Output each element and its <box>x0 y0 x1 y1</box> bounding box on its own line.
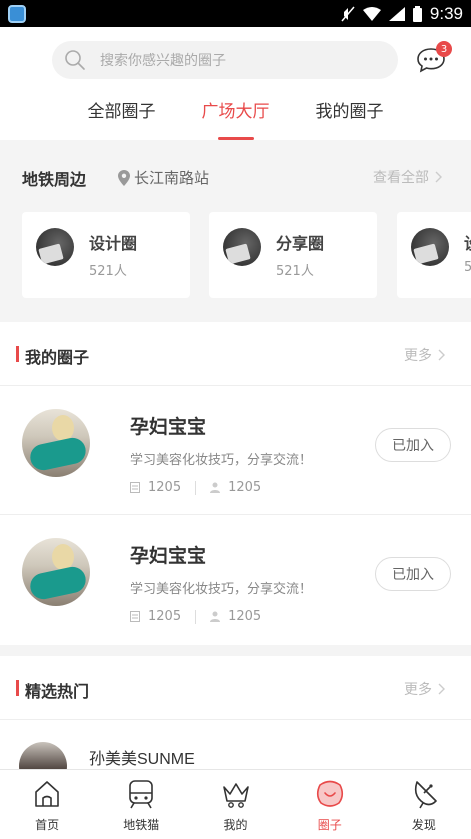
more-label: 更多 <box>404 348 432 364</box>
view-all-link[interactable]: 查看全部 <box>373 167 442 187</box>
tab-my-circles[interactable]: 我的圈子 <box>316 95 384 140</box>
card-name: 设计圈 <box>89 234 138 253</box>
nav-label: 发现 <box>411 818 436 832</box>
joined-button[interactable]: 已加入 <box>375 428 451 462</box>
nav-item-metro[interactable]: 地铁猫 <box>94 770 188 839</box>
message-badge: 3 <box>436 41 452 57</box>
card-count: 521人 <box>276 264 314 279</box>
post-count: 1205 <box>148 609 182 624</box>
more-label: 更多 <box>404 682 432 698</box>
nav-label: 地铁猫 <box>123 818 160 832</box>
chevron-right-icon <box>438 683 445 695</box>
more-link[interactable]: 更多 <box>404 679 445 699</box>
member-count: 1205 <box>228 480 262 495</box>
metro-circle-card[interactable]: 设计圈 521人 <box>22 212 190 298</box>
bottom-nav: 首页 地铁猫 我的 圈子 发现 <box>0 769 471 839</box>
member-icon <box>210 482 221 493</box>
circle-thumbnail <box>36 228 74 266</box>
nav-label: 我的 <box>223 818 248 832</box>
search-input[interactable]: 搜索你感兴趣的圈子 <box>52 41 398 79</box>
nav-item-circles[interactable]: 圈子 <box>283 770 377 839</box>
card-count: 521人 <box>89 264 127 279</box>
nav-label: 圈子 <box>317 818 342 832</box>
wifi-icon <box>362 6 381 21</box>
section-title: 我的圈子 <box>25 348 90 367</box>
status-bar: 9:39 <box>0 0 471 27</box>
featured-section: 精选热门 更多 孙美美SUNME <box>0 656 471 790</box>
section-accent-bar <box>16 680 19 696</box>
mute-icon <box>341 6 355 21</box>
circle-description: 学习美容化妆技巧，分享交流！ <box>130 582 313 597</box>
circle-description: 学习美容化妆技巧，分享交流！ <box>130 453 313 468</box>
section-header: 精选热门 更多 <box>0 656 471 720</box>
discover-icon <box>414 781 437 809</box>
app-notification-icon <box>8 4 26 23</box>
signal-icon <box>388 6 405 21</box>
circle-thumbnail <box>223 228 261 266</box>
tab-plaza-hall[interactable]: 广场大厅 <box>202 95 270 140</box>
battery-icon <box>412 5 422 22</box>
metro-circle-card[interactable]: 设 5 <box>397 212 471 298</box>
joined-button[interactable]: 已加入 <box>375 557 451 591</box>
card-count: 5 <box>464 260 471 275</box>
tab-all-circles[interactable]: 全部圈子 <box>88 95 156 140</box>
user-name[interactable]: 孙美美SUNME <box>89 745 195 769</box>
nav-label: 首页 <box>35 818 60 832</box>
metro-section: 地铁周边 长江南路站 查看全部 设计圈 521人 分享圈 521人 设 5 <box>0 140 471 320</box>
card-name: 分享圈 <box>276 234 325 253</box>
nav-item-mine[interactable]: 我的 <box>188 770 282 839</box>
card-name: 设 <box>464 230 471 254</box>
metro-icon <box>129 780 154 809</box>
section-header: 我的圈子 更多 <box>0 322 471 386</box>
my-circles-section: 我的圈子 更多 孕妇宝宝 学习美容化妆技巧，分享交流！ 1205 1205 已加… <box>0 322 471 645</box>
location-pin-icon <box>118 169 130 186</box>
post-icon <box>130 611 140 622</box>
tab-bar: 全部圈子 广场大厅 我的圈子 <box>0 95 471 140</box>
search-icon <box>65 50 85 70</box>
home-icon <box>35 781 59 807</box>
status-time: 9:39 <box>429 3 463 23</box>
metro-circle-card[interactable]: 分享圈 521人 <box>209 212 377 298</box>
section-title: 精选热门 <box>25 682 90 701</box>
header: 搜索你感兴趣的圈子 3 全部圈子 广场大厅 我的圈子 <box>0 27 471 140</box>
member-icon <box>210 611 221 622</box>
view-all-label: 查看全部 <box>373 170 429 186</box>
search-placeholder: 搜索你感兴趣的圈子 <box>100 53 226 69</box>
nav-item-discover[interactable]: 发现 <box>377 770 471 839</box>
list-item[interactable]: 孕妇宝宝 学习美容化妆技巧，分享交流！ 1205 1205 已加入 <box>0 387 471 515</box>
circle-title: 孕妇宝宝 <box>130 545 207 567</box>
chevron-right-icon <box>435 171 442 183</box>
post-icon <box>130 482 140 493</box>
circle-stats: 1205 1205 <box>130 480 261 495</box>
section-accent-bar <box>16 346 19 362</box>
circle-icon <box>316 780 343 807</box>
circle-stats: 1205 1205 <box>130 609 261 624</box>
chevron-right-icon <box>438 349 445 361</box>
post-count: 1205 <box>148 480 182 495</box>
metro-location[interactable]: 长江南路站 <box>118 167 209 188</box>
metro-location-label: 长江南路站 <box>134 169 210 187</box>
nav-item-home[interactable]: 首页 <box>0 770 94 839</box>
circle-avatar <box>22 538 90 606</box>
crown-icon <box>222 783 249 808</box>
circle-thumbnail <box>411 228 449 266</box>
message-button[interactable]: 3 <box>416 41 452 73</box>
list-item[interactable]: 孕妇宝宝 学习美容化妆技巧，分享交流！ 1205 1205 已加入 <box>0 516 471 644</box>
more-link[interactable]: 更多 <box>404 345 445 365</box>
circle-avatar <box>22 409 90 477</box>
circle-title: 孕妇宝宝 <box>130 416 207 438</box>
member-count: 1205 <box>228 609 262 624</box>
metro-title: 地铁周边 <box>22 170 87 189</box>
